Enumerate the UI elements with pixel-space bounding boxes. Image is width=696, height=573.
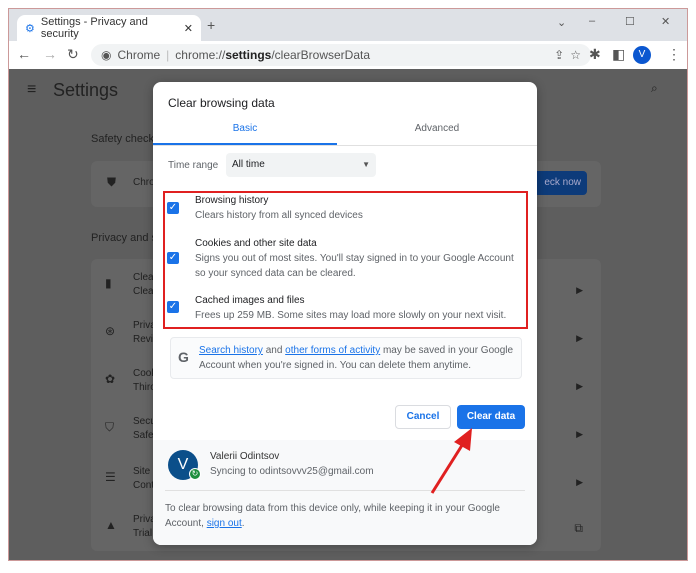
page-title: Settings (53, 80, 119, 100)
sliders-icon: ☰ (105, 470, 116, 484)
dialog-title: Clear browsing data (168, 96, 275, 110)
flask-icon: ▲ (105, 518, 117, 532)
forward-icon[interactable]: → (43, 46, 57, 62)
shield-icon: ⛉ (105, 420, 115, 434)
url-text: chrome://settings/clearBrowserData (175, 48, 371, 62)
time-range-select[interactable]: All time ▼ (226, 153, 376, 177)
address-bar[interactable]: ◉ Chrome | chrome://settings/clearBrowse… (91, 44, 591, 66)
section-safety-check: Safety check (91, 133, 154, 145)
tab-settings[interactable]: ⚙ Settings - Privacy and security ✕ (17, 15, 201, 41)
google-activity-note: G Search history and other forms of acti… (170, 337, 522, 379)
extensions-icon[interactable]: ✱ (589, 46, 601, 63)
close-tab-icon[interactable]: ✕ (184, 22, 193, 35)
chevron-right-icon: ▶ (576, 381, 583, 391)
cookie-icon: ✿ (105, 372, 116, 386)
maximize-button[interactable]: ☐ (625, 15, 635, 28)
safety-row-text: Chro (133, 177, 155, 188)
chrome-icon: ◉ (101, 48, 112, 62)
red-arrow-annotation (430, 428, 472, 494)
browsing-history-checkbox[interactable]: ✓ (167, 202, 179, 214)
side-panel-icon[interactable]: ◧ (612, 46, 625, 63)
divider (153, 145, 537, 146)
check-now-button[interactable]: eck now (531, 171, 587, 195)
cookies-checkbox[interactable]: ✓ (167, 252, 179, 264)
compass-icon: ⊛ (105, 324, 116, 338)
item-browsing-history: Browsing history Clears history from all … (195, 195, 363, 221)
dropdown-arrow-icon: ▼ (362, 160, 370, 169)
hamburger-icon[interactable]: ≡ (27, 81, 36, 99)
minimize-button[interactable]: – (589, 15, 595, 27)
new-tab-button[interactable]: + (207, 17, 215, 33)
sign-out-link[interactable]: sign out (207, 518, 242, 529)
note-text: Search history and other forms of activi… (199, 345, 514, 371)
chevron-right-icon: ▶ (576, 285, 583, 295)
tab-search-icon[interactable]: ⌄ (557, 16, 566, 29)
gear-icon: ⚙ (25, 22, 35, 35)
tab-basic[interactable]: Basic (153, 117, 337, 145)
search-history-link[interactable]: Search history (199, 345, 263, 356)
external-link-icon: ⧉ (574, 521, 583, 535)
menu-icon[interactable]: ⋮ (667, 46, 681, 63)
search-icon[interactable]: ⌕ (651, 81, 658, 96)
section-privacy: Privacy and s (91, 232, 158, 244)
chevron-right-icon: ▶ (576, 429, 583, 439)
close-window-button[interactable]: ✕ (661, 15, 670, 28)
avatar[interactable]: V (633, 46, 651, 64)
chevron-right-icon: ▶ (576, 333, 583, 343)
other-activity-link[interactable]: other forms of activity (285, 345, 380, 356)
star-icon[interactable]: ☆ (570, 48, 581, 62)
sync-status: Syncing to odintsovvv25@gmail.com (210, 466, 374, 477)
cache-checkbox[interactable]: ✓ (167, 301, 179, 313)
item-cached-images: Cached images and files Frees up 259 MB. … (195, 295, 507, 321)
account-name: Valerii Odintsov (210, 451, 280, 462)
shield-icon: ⛊ (107, 175, 117, 189)
item-cookies: Cookies and other site data Signs you out… (195, 238, 514, 279)
trash-icon: ▮ (105, 276, 112, 290)
sync-icon: ↻ (189, 468, 201, 480)
tab-advanced[interactable]: Advanced (337, 117, 537, 145)
tab-strip: ⚙ Settings - Privacy and security ✕ + ⌄ … (9, 9, 687, 41)
toolbar: ← → ↻ ◉ Chrome | chrome://settings/clear… (9, 41, 687, 69)
google-g-icon: G (178, 349, 189, 365)
tab-title: Settings - Privacy and security (40, 16, 148, 40)
reload-icon[interactable]: ↻ (67, 46, 79, 63)
site-label: Chrome (117, 48, 161, 62)
share-icon[interactable]: ⇪ (554, 48, 564, 62)
footer-text: To clear browsing data from this device … (165, 503, 500, 529)
time-range-label: Time range (168, 160, 219, 171)
back-icon[interactable]: ← (17, 46, 31, 62)
chevron-right-icon: ▶ (576, 477, 583, 487)
